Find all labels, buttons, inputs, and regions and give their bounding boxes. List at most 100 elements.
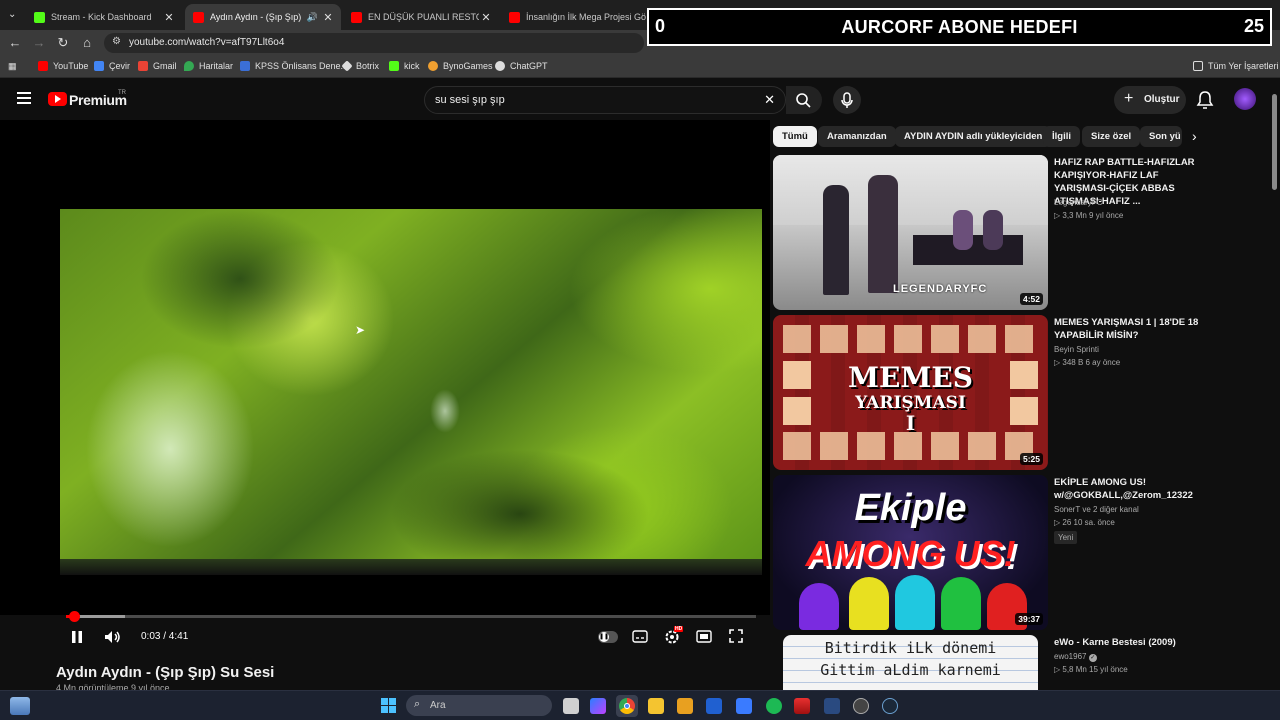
- task-view-icon[interactable]: [563, 698, 579, 714]
- autoplay-toggle[interactable]: ❚❚: [598, 631, 618, 643]
- thumbnail[interactable]: MEMES YARIŞMASI I 5:25: [773, 315, 1048, 470]
- forward-arrow-icon[interactable]: →: [30, 34, 48, 52]
- back-arrow-icon[interactable]: ←: [6, 34, 24, 52]
- create-button[interactable]: + Oluştur: [1114, 86, 1186, 114]
- microphone-icon: [841, 92, 853, 108]
- home-icon[interactable]: ⌂: [78, 34, 96, 52]
- recommendation-title[interactable]: MEMES YARIŞMASI 1 | 18'DE 18 YAPABİLİR M…: [1054, 316, 1214, 342]
- scrubber-handle[interactable]: [68, 611, 80, 622]
- thumbnail[interactable]: LEGENDARYFC 4:52: [773, 155, 1048, 310]
- thumbnail[interactable]: Ekiple AMONG US! 39:37: [773, 475, 1048, 630]
- reload-icon[interactable]: ↻: [54, 34, 72, 52]
- vpn-app-icon[interactable]: [824, 698, 840, 714]
- bookmark-maps[interactable]: Haritalar: [184, 61, 233, 71]
- taskbar-search-input[interactable]: ⌕ Ara: [406, 695, 552, 716]
- channel-name[interactable]: Beyin Sprinti: [1054, 345, 1099, 354]
- steam-icon[interactable]: [882, 698, 898, 714]
- clear-search-icon[interactable]: ✕: [764, 92, 775, 108]
- region-code: TR: [118, 90, 126, 96]
- audio-playing-icon[interactable]: 🔊: [307, 12, 318, 23]
- video-meta: ▷ 5,8 Mn 15 yıl önce: [1054, 665, 1128, 674]
- fullscreen-button[interactable]: [729, 629, 743, 648]
- subtitles-button[interactable]: [632, 630, 648, 648]
- chip-from-search[interactable]: Aramanızdan: [818, 126, 896, 147]
- recommendation-item[interactable]: Bitirdik iLk dönemi Gittim aLdim karnemi…: [773, 635, 1213, 690]
- pause-button[interactable]: [70, 630, 84, 649]
- water-drop: [430, 389, 460, 433]
- bookmark-chatgpt[interactable]: ChatGPT: [495, 61, 548, 71]
- scrollbar-thumb[interactable]: [1272, 94, 1277, 190]
- settings-button[interactable]: HD: [664, 626, 684, 650]
- search-button[interactable]: [786, 86, 822, 114]
- thumbnail[interactable]: Bitirdik iLk dönemi Gittim aLdim karnemi: [783, 635, 1038, 690]
- tab-restaurant-video[interactable]: EN DÜŞÜK PUANLI RESTORANI ✕: [343, 4, 499, 30]
- youtube-icon: [38, 61, 48, 71]
- recommendation-item[interactable]: LEGENDARYFC 4:52 HAFIZ RAP BATTLE-HAFIZL…: [773, 155, 1213, 310]
- voice-search-button[interactable]: [833, 86, 861, 114]
- notifications-bell-icon[interactable]: [1196, 90, 1214, 115]
- media-app-icon[interactable]: [677, 698, 693, 714]
- chip-related[interactable]: İlgili: [1043, 126, 1080, 147]
- tab-kick-dashboard[interactable]: Stream - Kick Dashboard ✕: [26, 4, 182, 30]
- search-input[interactable]: su sesi şıp şıp ✕: [424, 86, 786, 114]
- channel-name[interactable]: SonerT ve 2 diğer kanal: [1054, 505, 1139, 514]
- bookmark-bynogames[interactable]: BynoGames: [428, 61, 493, 71]
- bookmark-translate[interactable]: Çevir: [94, 61, 130, 71]
- avatar[interactable]: [1234, 88, 1256, 110]
- store-icon[interactable]: [706, 698, 722, 714]
- kick-favicon-icon: [34, 11, 45, 23]
- widgets-icon[interactable]: [590, 698, 606, 714]
- thumbnail-watermark: LEGENDARYFC: [893, 283, 988, 295]
- site-info-icon[interactable]: ⚙: [112, 36, 121, 47]
- file-explorer-icon[interactable]: [648, 698, 664, 714]
- video-meta: ▷ 348 B 6 ay önce: [1054, 358, 1121, 367]
- address-bar[interactable]: ⚙ youtube.com/watch?v=afT97Llt6o4: [104, 33, 644, 53]
- chip-all[interactable]: Tümü: [773, 126, 817, 147]
- chip-recent[interactable]: Son yü: [1140, 126, 1182, 147]
- page-scrollbar[interactable]: [1269, 80, 1280, 690]
- volume-icon: [105, 631, 120, 643]
- channel-name[interactable]: ewo1967 ✓: [1054, 652, 1097, 662]
- channel-name[interactable]: LegendaryFC: [1054, 198, 1102, 207]
- windows-start-icon[interactable]: [381, 698, 397, 714]
- video-frame[interactable]: [60, 209, 762, 575]
- bookmark-botrix[interactable]: Botrix: [341, 60, 379, 72]
- recommendation-item[interactable]: MEMES YARIŞMASI I 5:25 MEMES YARIŞMASI 1…: [773, 315, 1213, 470]
- tab-close-icon[interactable]: ✕: [162, 11, 176, 24]
- recommendation-title[interactable]: EKİPLE AMONG US! w/@GOKBALL,@Zerom_12322: [1054, 476, 1214, 502]
- search-icon: ⌕: [414, 698, 421, 710]
- thumbnail-text-memes: MEMES: [848, 361, 973, 394]
- all-bookmarks-folder[interactable]: Tüm Yer İşaretleri: [1193, 61, 1279, 71]
- recommendation-item[interactable]: Ekiple AMONG US! 39:37 EKİPLE AMONG US! …: [773, 475, 1213, 630]
- tab-mega-project-video[interactable]: İnsanlığın İlk Mega Projesi Göb: [501, 4, 646, 30]
- recommendation-title[interactable]: eWo - Karne Bestesi (2009): [1054, 636, 1213, 649]
- volume-button[interactable]: [104, 630, 122, 649]
- obs-icon[interactable]: [853, 698, 869, 714]
- weather-widget-icon[interactable]: [10, 697, 30, 715]
- youtube-logo-icon[interactable]: [48, 92, 67, 106]
- tab-title: Aydın Aydın - (Şıp Şıp) Su S: [210, 12, 304, 22]
- theater-mode-icon: [696, 630, 712, 643]
- bookmark-youtube[interactable]: YouTube: [38, 61, 88, 71]
- game-app-icon[interactable]: [794, 698, 810, 714]
- chip-for-you[interactable]: Size özel: [1082, 126, 1141, 147]
- progress-bar[interactable]: [66, 611, 756, 622]
- tab-active-video[interactable]: Aydın Aydın - (Şıp Şıp) Su S 🔊 ✕: [185, 4, 341, 30]
- chip-from-uploader[interactable]: AYDIN AYDIN adlı yükleyiciden: [895, 126, 1052, 147]
- tab-close-icon[interactable]: ✕: [479, 11, 493, 24]
- chevron-right-icon[interactable]: ›: [1192, 128, 1197, 144]
- bookmark-kpss[interactable]: KPSS Önlisans Dene...: [240, 61, 348, 71]
- bookmark-gmail[interactable]: Gmail: [138, 61, 177, 71]
- tab-search-chevron-icon[interactable]: ⌄: [8, 9, 16, 20]
- bookmark-kick[interactable]: kick: [389, 61, 420, 71]
- tab-close-icon[interactable]: ✕: [321, 11, 335, 24]
- video-meta: ▷ 26 10 sa. önce: [1054, 518, 1115, 527]
- spotify-icon[interactable]: [766, 698, 782, 714]
- mouse-cursor-icon: ➤: [355, 323, 366, 337]
- theater-mode-button[interactable]: [696, 630, 712, 648]
- app-shield-icon[interactable]: [736, 698, 752, 714]
- apps-grid-icon[interactable]: ▦: [8, 61, 17, 72]
- video-player[interactable]: ➤ ❚❚ HD: [0, 120, 770, 644]
- hamburger-menu-icon[interactable]: [17, 92, 31, 104]
- chrome-taskbar-button[interactable]: [616, 695, 638, 717]
